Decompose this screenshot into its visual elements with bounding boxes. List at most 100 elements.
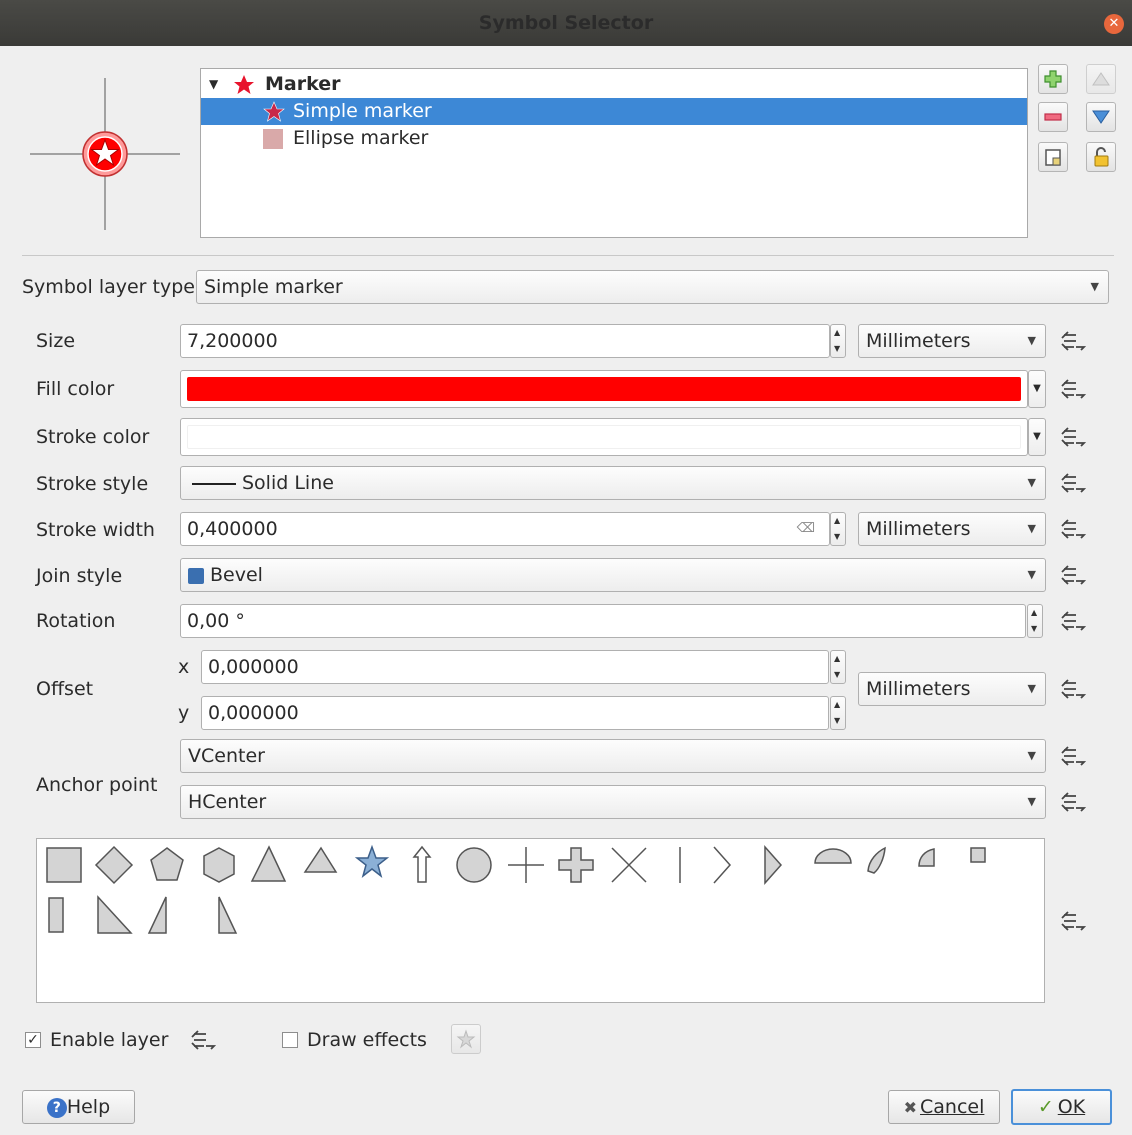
stroke-width-unit-select[interactable]: Millimeters ▼ [858, 512, 1046, 546]
star-icon [263, 101, 285, 122]
data-defined-override-icon[interactable] [1060, 746, 1086, 766]
tree-item-ellipse-marker[interactable]: Ellipse marker [201, 125, 1027, 152]
stroke-color-button[interactable] [180, 418, 1028, 456]
lock-layer-button[interactable] [1086, 142, 1116, 172]
stroke-width-spinner[interactable]: ▲ ▼ [830, 512, 846, 546]
square-shape[interactable] [46, 847, 82, 883]
arrowhead-shape[interactable] [713, 846, 732, 884]
half-square-shape[interactable] [48, 897, 64, 933]
anchor-horizontal-select[interactable]: HCenter ▼ [180, 785, 1046, 819]
stroke-style-select[interactable]: Solid Line ▼ [180, 466, 1046, 500]
checkmark-icon: ✓ [27, 1032, 39, 1048]
symbol-layer-tree[interactable]: ▼ Marker Simple marker Ellipse marker [200, 68, 1028, 238]
add-layer-button[interactable] [1038, 64, 1068, 94]
equilateral-triangle-shape[interactable] [303, 846, 338, 873]
enable-layer-checkbox[interactable]: ✓ [25, 1032, 41, 1048]
move-down-button[interactable] [1086, 102, 1116, 132]
data-defined-override-icon[interactable] [1060, 611, 1086, 631]
size-unit-select[interactable]: Millimeters ▼ [858, 324, 1046, 358]
offset-y-spinner[interactable]: ▲ ▼ [830, 696, 846, 730]
offset-unit-select[interactable]: Millimeters ▼ [858, 672, 1046, 706]
star-shape[interactable] [354, 844, 390, 878]
fill-color-button[interactable] [180, 370, 1028, 408]
ok-button[interactable]: ✓ OK [1011, 1089, 1112, 1125]
remove-layer-button[interactable] [1038, 102, 1068, 132]
tree-item-label: Simple marker [293, 100, 432, 122]
offset-y-input[interactable]: 0,000000 [201, 696, 829, 730]
effects-settings-button[interactable] [451, 1024, 481, 1054]
chevron-down-icon: ▼ [1027, 334, 1036, 347]
help-icon: ? [46, 1097, 67, 1118]
stroke-width-input[interactable]: 0,400000 ⌫ [180, 512, 830, 546]
move-up-button[interactable] [1086, 64, 1116, 94]
size-value: 7,200000 [187, 330, 278, 352]
cross-shape[interactable] [508, 847, 544, 883]
symbol-preview [30, 78, 180, 230]
quarter-square-shape[interactable] [970, 847, 986, 863]
cross-fill-shape[interactable] [558, 847, 594, 883]
data-defined-override-icon[interactable] [1060, 331, 1086, 351]
clear-icon[interactable]: ⌫ [797, 513, 815, 545]
chevron-down-icon: ▼ [1027, 476, 1036, 489]
rotation-input[interactable]: 0,00 ° [180, 604, 1026, 638]
stroke-style-value: Solid Line [242, 472, 334, 494]
data-defined-override-icon[interactable] [1060, 911, 1086, 931]
up-arrow-icon [1092, 72, 1110, 86]
data-defined-override-icon[interactable] [190, 1030, 216, 1050]
size-unit-value: Millimeters [866, 330, 971, 352]
offset-x-label: x [178, 656, 190, 678]
diagonal-half-square-shape[interactable] [218, 896, 238, 934]
arrow-shape[interactable] [412, 845, 432, 883]
anchor-horizontal-value: HCenter [188, 791, 267, 813]
ok-label: OK [1057, 1096, 1086, 1118]
duplicate-layer-button[interactable] [1038, 142, 1068, 172]
stroke-color-menu-button[interactable]: ▼ [1028, 418, 1046, 456]
marker-shape-palette[interactable] [36, 838, 1045, 1003]
chevron-down-icon: ▼ [1033, 383, 1041, 394]
pentagon-shape[interactable] [150, 847, 184, 881]
symbol-layer-type-label: Symbol layer type [22, 276, 195, 298]
size-input[interactable]: 7,200000 [180, 324, 830, 358]
stroke-width-label: Stroke width [36, 519, 155, 541]
x-shape[interactable] [611, 847, 647, 883]
diamond-shape[interactable] [94, 845, 134, 885]
unlock-icon [1094, 147, 1109, 167]
close-button[interactable]: ✕ [1104, 14, 1124, 34]
help-button[interactable]: ? Help [22, 1090, 135, 1124]
minus-icon [1044, 113, 1062, 121]
tree-root-marker[interactable]: ▼ Marker [201, 71, 1027, 98]
left-half-triangle-shape[interactable] [147, 896, 167, 934]
separator [22, 255, 1114, 256]
data-defined-override-icon[interactable] [1060, 519, 1086, 539]
semi-circle-shape[interactable] [814, 848, 852, 864]
data-defined-override-icon[interactable] [1060, 792, 1086, 812]
expand-arrow-icon[interactable]: ▼ [209, 71, 218, 98]
triangle-shape[interactable] [250, 845, 287, 882]
filled-arrowhead-shape[interactable] [764, 845, 783, 885]
data-defined-override-icon[interactable] [1060, 427, 1086, 447]
hexagon-shape[interactable] [203, 847, 235, 883]
right-half-triangle-shape[interactable] [97, 895, 133, 934]
anchor-vertical-select[interactable]: VCenter ▼ [180, 739, 1046, 773]
offset-x-spinner[interactable]: ▲ ▼ [830, 650, 846, 684]
size-label: Size [36, 330, 76, 352]
rotation-spinner[interactable]: ▲ ▼ [1027, 604, 1043, 638]
tree-item-simple-marker[interactable]: Simple marker [201, 98, 1027, 125]
data-defined-override-icon[interactable] [1060, 379, 1086, 399]
circle-shape[interactable] [456, 847, 492, 883]
join-style-select[interactable]: Bevel ▼ [180, 558, 1046, 592]
draw-effects-checkbox[interactable] [282, 1032, 298, 1048]
fill-color-menu-button[interactable]: ▼ [1028, 370, 1046, 408]
offset-x-input[interactable]: 0,000000 [201, 650, 829, 684]
duplicate-icon [1045, 149, 1061, 166]
data-defined-override-icon[interactable] [1060, 679, 1086, 699]
offset-unit-value: Millimeters [866, 678, 971, 700]
size-spinner[interactable]: ▲ ▼ [830, 324, 846, 358]
quarter-circle-shape[interactable] [918, 848, 935, 867]
third-circle-shape[interactable] [867, 846, 886, 874]
symbol-layer-type-select[interactable]: Simple marker ▼ [196, 270, 1109, 304]
cancel-button[interactable]: ✖ Cancel [888, 1090, 1000, 1124]
data-defined-override-icon[interactable] [1060, 565, 1086, 585]
data-defined-override-icon[interactable] [1060, 473, 1086, 493]
window-title: Symbol Selector [478, 12, 654, 34]
